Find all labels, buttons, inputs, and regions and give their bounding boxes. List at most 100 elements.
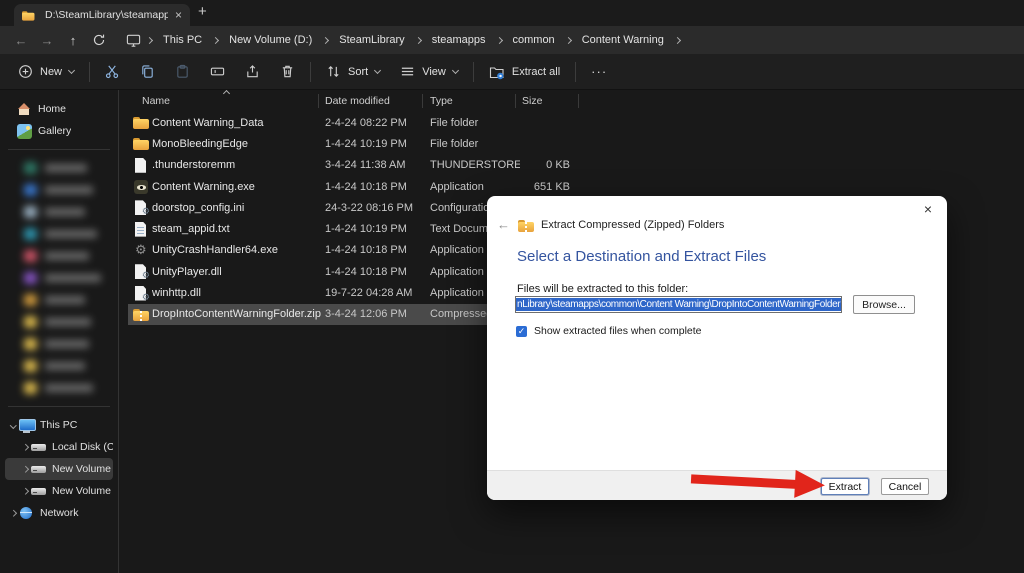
- blurred-label: [45, 230, 97, 238]
- dialog-close-icon[interactable]: ×: [924, 201, 932, 217]
- sidebar-item-label: New Volume (D:): [52, 463, 113, 475]
- paste-button[interactable]: [165, 59, 200, 85]
- breadcrumb-chevron-icon: [322, 36, 330, 44]
- up-icon[interactable]: ↑: [60, 33, 86, 48]
- file-row[interactable]: .thunderstoremm 3-4-24 11:38 AM THUNDERSTO…: [128, 155, 583, 176]
- ellipsis-icon: ···: [591, 64, 608, 79]
- blurred-icon: [24, 360, 37, 372]
- file-size: 0 KB: [546, 159, 570, 172]
- forward-icon[interactable]: →: [34, 33, 60, 48]
- file-name: .thunderstoremm: [152, 159, 236, 172]
- file-row[interactable]: Content Warning.exe 1-4-24 10:18 PM Applic…: [128, 176, 583, 197]
- view-lines-icon: [402, 67, 414, 76]
- breadcrumb-item[interactable]: SteamLibrary: [334, 32, 409, 48]
- chevron-down-icon[interactable]: [7, 421, 19, 429]
- file-row[interactable]: Content Warning_Data 2-4-24 08:22 PM File …: [128, 112, 583, 133]
- cut-button[interactable]: [95, 59, 130, 85]
- copy-icon: [142, 65, 153, 78]
- file-name: DropIntoContentWarningFolder.zip: [152, 308, 321, 321]
- breadcrumb-item[interactable]: common: [508, 32, 560, 48]
- blurred-sidebar-item: [0, 245, 118, 267]
- sidebar-item-network[interactable]: Network: [5, 502, 113, 524]
- sidebar-item-label: Local Disk (C:): [52, 441, 113, 453]
- address-bar: ← → ↑ This PC New Volume (D:) SteamLibrary…: [0, 26, 1024, 54]
- new-tab-button[interactable]: +: [198, 3, 207, 20]
- gallery-icon: [17, 123, 32, 139]
- blurred-sidebar-item: [0, 201, 118, 223]
- view-button[interactable]: View: [390, 59, 468, 85]
- column-header-size[interactable]: Size: [522, 95, 542, 107]
- breadcrumb-item[interactable]: New Volume (D:): [224, 32, 317, 48]
- sidebar-item-new-volume-d[interactable]: New Volume (D:): [5, 458, 113, 480]
- sidebar-item-label: This PC: [40, 419, 78, 431]
- chevron-right-icon[interactable]: [7, 509, 19, 517]
- refresh-icon[interactable]: [86, 33, 112, 47]
- chevron-down-icon: [451, 66, 459, 74]
- sidebar-item-label: New Volume (E:): [52, 485, 113, 497]
- explorer-tab[interactable]: D:\SteamLibrary\steamapps\co ×: [14, 4, 190, 26]
- checkbox-checked-icon[interactable]: ✓: [516, 325, 527, 337]
- destination-path-input[interactable]: nLibrary\steamapps\common\Content Warnin…: [515, 296, 842, 313]
- blurred-sidebar-item: [0, 311, 118, 333]
- sidebar-item-new-volume-e[interactable]: New Volume (E:): [5, 480, 113, 502]
- column-header-name[interactable]: Name: [142, 95, 170, 107]
- blurred-sidebar-item: [0, 355, 118, 377]
- browse-button[interactable]: Browse...: [853, 295, 915, 314]
- share-button[interactable]: [235, 59, 270, 85]
- file-row[interactable]: MonoBleedingEdge 1-4-24 10:19 PM File fold…: [128, 133, 583, 154]
- file-date-modified: 1-4-24 10:18 PM: [325, 265, 407, 278]
- sort-ascending-icon: [222, 89, 231, 98]
- dialog-heading: Select a Destination and Extract Files: [517, 248, 767, 265]
- chevron-right-icon[interactable]: [19, 465, 31, 473]
- delete-button[interactable]: [270, 59, 305, 85]
- sidebar-item-this-pc[interactable]: This PC: [5, 414, 113, 436]
- toolbar-divider: [472, 61, 474, 82]
- this-pc-icon: [126, 33, 141, 48]
- cancel-button[interactable]: Cancel: [881, 478, 929, 495]
- network-icon: [19, 506, 34, 521]
- blurred-label: [45, 186, 93, 194]
- more-options-button[interactable]: ···: [581, 59, 617, 85]
- breadcrumb: This PC New Volume (D:) SteamLibrary steama…: [126, 32, 686, 48]
- zip-folder-icon: [518, 218, 534, 232]
- breadcrumb-item[interactable]: This PC: [158, 32, 207, 48]
- file-date-modified: 1-4-24 10:19 PM: [325, 137, 407, 150]
- rename-button[interactable]: [200, 59, 235, 85]
- dialog-title: Extract Compressed (Zipped) Folders: [541, 218, 725, 231]
- sort-button-label: Sort: [348, 65, 369, 78]
- blurred-icon: [24, 162, 37, 174]
- chevron-right-icon[interactable]: [19, 487, 31, 495]
- home-icon: [17, 102, 32, 117]
- sidebar-item-home[interactable]: Home: [5, 98, 113, 120]
- sidebar-item-label: Network: [40, 507, 79, 519]
- file-date-modified: 24-3-22 08:16 PM: [325, 201, 414, 214]
- breadcrumb-chevron-icon: [145, 36, 154, 44]
- blurred-sidebar-item: [0, 377, 118, 399]
- dialog-back-icon[interactable]: ←: [497, 217, 510, 232]
- rename-icon: [210, 67, 225, 76]
- blurred-label: [45, 340, 89, 348]
- share-icon: [247, 65, 258, 78]
- file-name: doorstop_config.ini: [152, 201, 245, 214]
- back-icon[interactable]: ←: [8, 33, 34, 48]
- file-size: 651 KB: [533, 180, 570, 193]
- new-button[interactable]: New: [8, 59, 84, 85]
- column-header-type[interactable]: Type: [430, 95, 453, 107]
- breadcrumb-item[interactable]: steamapps: [427, 32, 491, 48]
- gear-file-icon: [133, 242, 149, 258]
- show-files-checkbox-row[interactable]: ✓ Show extracted files when complete: [516, 325, 702, 337]
- extract-all-button[interactable]: Extract all: [479, 59, 570, 85]
- sidebar-item-gallery[interactable]: Gallery: [5, 120, 113, 142]
- sort-button[interactable]: Sort: [316, 59, 390, 85]
- sidebar-item-local-disk-c[interactable]: Local Disk (C:): [5, 436, 113, 458]
- blurred-label: [45, 208, 85, 216]
- disk-icon: [31, 440, 46, 455]
- tab-close-icon[interactable]: ×: [175, 9, 182, 21]
- column-header-date[interactable]: Date modified: [325, 95, 390, 107]
- breadcrumb-item[interactable]: Content Warning: [577, 32, 669, 48]
- chevron-right-icon[interactable]: [19, 443, 31, 451]
- file-date-modified: 1-4-24 10:18 PM: [325, 244, 407, 257]
- copy-button[interactable]: [130, 59, 165, 85]
- file-type: File folder: [430, 137, 479, 150]
- sort-arrows-icon: [328, 66, 339, 77]
